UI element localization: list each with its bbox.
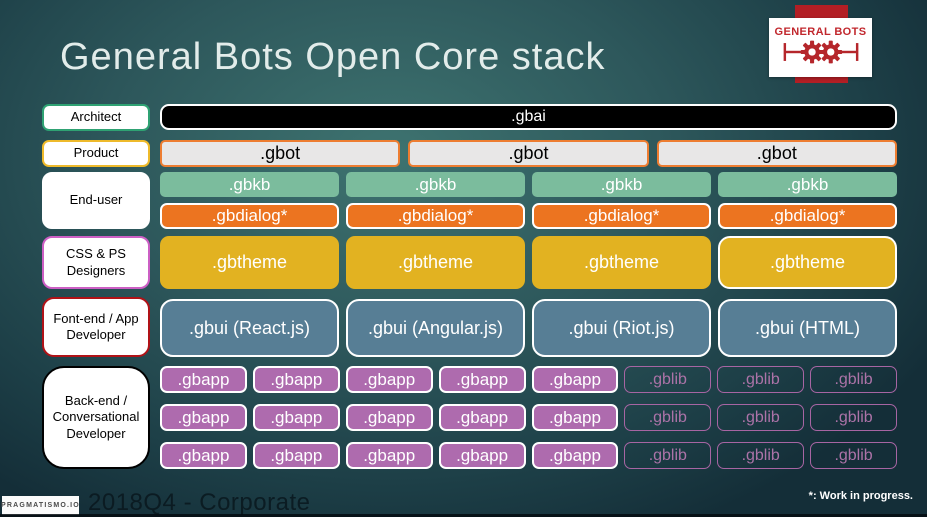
gbot-box: .gbot — [656, 140, 897, 167]
gblib-box: .gblib — [717, 442, 805, 469]
gbapp-box: .gbapp — [531, 366, 619, 393]
gbapp-box: .gbapp — [345, 366, 433, 393]
gbdialog-row: .gbdialog* .gbdialog* .gbdialog* .gbdial… — [160, 203, 897, 229]
label-front-end-developer: Font-end / App Developer — [42, 297, 150, 357]
gbtheme-row: .gbtheme .gbtheme .gbtheme .gbtheme — [160, 236, 897, 289]
gbtheme-box: .gbtheme — [532, 236, 711, 289]
gbapp-row: .gbapp .gbapp .gbapp .gbapp .gbapp .gbli… — [160, 366, 897, 393]
logo-brand-text: GENERAL BOTS — [774, 25, 867, 38]
gblib-box: .gblib — [717, 404, 805, 431]
footer-caption: 2018Q4 - Corporate — [88, 489, 311, 516]
gbot-box: .gbot — [408, 140, 649, 167]
gbapp-box: .gbapp — [531, 442, 619, 469]
label-architect: Architect — [42, 104, 150, 131]
pragmatismo-logo: PRAGMATISMO.IO — [1, 496, 80, 515]
gbapp-box: .gbapp — [438, 366, 526, 393]
gbkb-box: .gbkb — [718, 172, 897, 197]
page-title: General Bots Open Core stack — [60, 36, 606, 78]
gbdialog-box: .gbdialog* — [718, 203, 897, 229]
gbdialog-box: .gbdialog* — [532, 203, 711, 229]
gbot-box: .gbot — [160, 140, 401, 167]
gbapp-box: .gbapp — [160, 442, 247, 469]
slide: General Bots Open Core stack GENERAL BOT… — [0, 0, 927, 517]
gbui-react-box: .gbui (React.js) — [160, 299, 339, 357]
gblib-box: .gblib — [624, 366, 712, 393]
gbapp-row: .gbapp .gbapp .gbapp .gbapp .gbapp .gbli… — [160, 404, 897, 431]
gbkb-box: .gbkb — [346, 172, 525, 197]
gbapp-row: .gbapp .gbapp .gbapp .gbapp .gbapp .gbli… — [160, 442, 897, 469]
label-back-end-developer: Back-end / Conversational Developer — [42, 366, 150, 469]
gbui-row: .gbui (React.js) .gbui (Angular.js) .gbu… — [160, 299, 897, 357]
gbtheme-box: .gbtheme — [160, 236, 339, 289]
gbapp-box: .gbapp — [345, 442, 433, 469]
pragmatismo-logo-text: PRAGMATISMO.IO — [1, 502, 80, 509]
gbapp-box: .gbapp — [252, 404, 340, 431]
gbdialog-box: .gbdialog* — [160, 203, 339, 229]
gbkb-box: .gbkb — [160, 172, 339, 197]
gbapp-box: .gbapp — [531, 404, 619, 431]
gbai-row: .gbai — [160, 104, 897, 130]
gblib-box: .gblib — [624, 442, 712, 469]
gbui-angular-box: .gbui (Angular.js) — [346, 299, 525, 357]
gbapp-box: .gbapp — [438, 442, 526, 469]
gbkb-row: .gbkb .gbkb .gbkb .gbkb — [160, 172, 897, 197]
gbot-row: .gbot .gbot .gbot — [160, 140, 897, 167]
gblib-box: .gblib — [810, 442, 897, 469]
gbapp-box: .gbapp — [438, 404, 526, 431]
general-bots-logo: GENERAL BOTS — [769, 18, 872, 77]
gbapp-box: .gbapp — [160, 404, 247, 431]
label-end-user: End-user — [42, 172, 150, 229]
gbtheme-box: .gbtheme — [346, 236, 525, 289]
work-in-progress-note: *: Work in progress. — [808, 490, 913, 502]
gbui-html-box: .gbui (HTML) — [718, 299, 897, 357]
gbui-riot-box: .gbui (Riot.js) — [532, 299, 711, 357]
label-product: Product — [42, 140, 150, 167]
gbai-box: .gbai — [160, 104, 897, 130]
gbtheme-box: .gbtheme — [718, 236, 897, 289]
gbapp-box: .gbapp — [252, 366, 340, 393]
gbkb-box: .gbkb — [532, 172, 711, 197]
label-css-ps-designers: CSS & PS Designers — [42, 236, 150, 289]
gears-icon — [779, 39, 863, 70]
gbdialog-box: .gbdialog* — [346, 203, 525, 229]
gblib-box: .gblib — [810, 404, 897, 431]
gbapp-box: .gbapp — [160, 366, 247, 393]
gblib-box: .gblib — [810, 366, 897, 393]
gbapp-box: .gbapp — [345, 404, 433, 431]
gbapp-box: .gbapp — [252, 442, 340, 469]
gblib-box: .gblib — [624, 404, 712, 431]
gblib-box: .gblib — [717, 366, 805, 393]
